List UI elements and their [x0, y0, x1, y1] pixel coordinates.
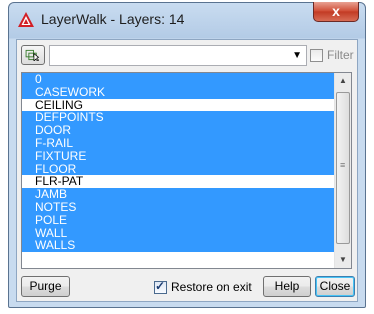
restore-on-exit-label: Restore on exit — [171, 280, 252, 294]
window-close-button[interactable]: x — [313, 2, 359, 22]
filter-label: Filter — [327, 48, 354, 62]
autocad-app-icon — [18, 12, 34, 27]
layer-list: 0 CASEWORK CEILING DEFPOINTS DOOR F-RAIL FIXTU… — [22, 73, 334, 253]
scroll-grip-icon: ≡ — [340, 160, 346, 170]
layer-list-item[interactable]: FIXTURE — [22, 149, 334, 163]
scroll-thumb[interactable]: ≡ — [336, 92, 350, 244]
help-button[interactable]: Help — [263, 276, 311, 297]
layer-filter-combo[interactable]: ▼ — [49, 45, 307, 66]
title-bar[interactable]: LayerWalk - Layers: 14 x — [9, 2, 365, 35]
window-title: LayerWalk - Layers: 14 — [41, 11, 185, 27]
purge-button[interactable]: Purge — [21, 276, 70, 297]
close-button[interactable]: Close — [315, 276, 355, 297]
layer-list-item[interactable]: POLE — [22, 213, 334, 227]
scroll-down-icon[interactable]: ▼ — [335, 252, 351, 268]
checkmark-icon: ✓ — [155, 279, 166, 293]
layer-listbox[interactable]: 0 CASEWORK CEILING DEFPOINTS DOOR F-RAIL FIXTU… — [21, 72, 352, 269]
layer-list-item[interactable]: FLR-PAT — [22, 175, 334, 189]
filter-checkbox[interactable] — [310, 49, 323, 62]
layer-list-item[interactable]: 0 — [22, 73, 334, 86]
layer-list-item[interactable]: CASEWORK — [22, 85, 334, 99]
layerwalk-dialog: LayerWalk - Layers: 14 x ▼ Filter 0 CASEW… — [8, 2, 366, 308]
dropdown-arrow-icon[interactable]: ▼ — [292, 50, 302, 61]
select-objects-button[interactable] — [21, 45, 45, 65]
layer-list-item[interactable]: NOTES — [22, 201, 334, 214]
scroll-up-icon[interactable]: ▲ — [335, 73, 351, 89]
restore-on-exit-checkbox[interactable]: ✓ — [154, 279, 167, 294]
vertical-scrollbar[interactable]: ▲ ≡ ▼ — [334, 73, 351, 268]
dialog-client-area: ▼ Filter 0 CASEWORK CEILING DEFPOINTS DOOR F-… — [16, 39, 358, 302]
layer-list-item[interactable]: F-RAIL — [22, 137, 334, 150]
select-objects-icon — [25, 49, 40, 61]
layer-list-item[interactable]: WALLS — [22, 239, 334, 253]
